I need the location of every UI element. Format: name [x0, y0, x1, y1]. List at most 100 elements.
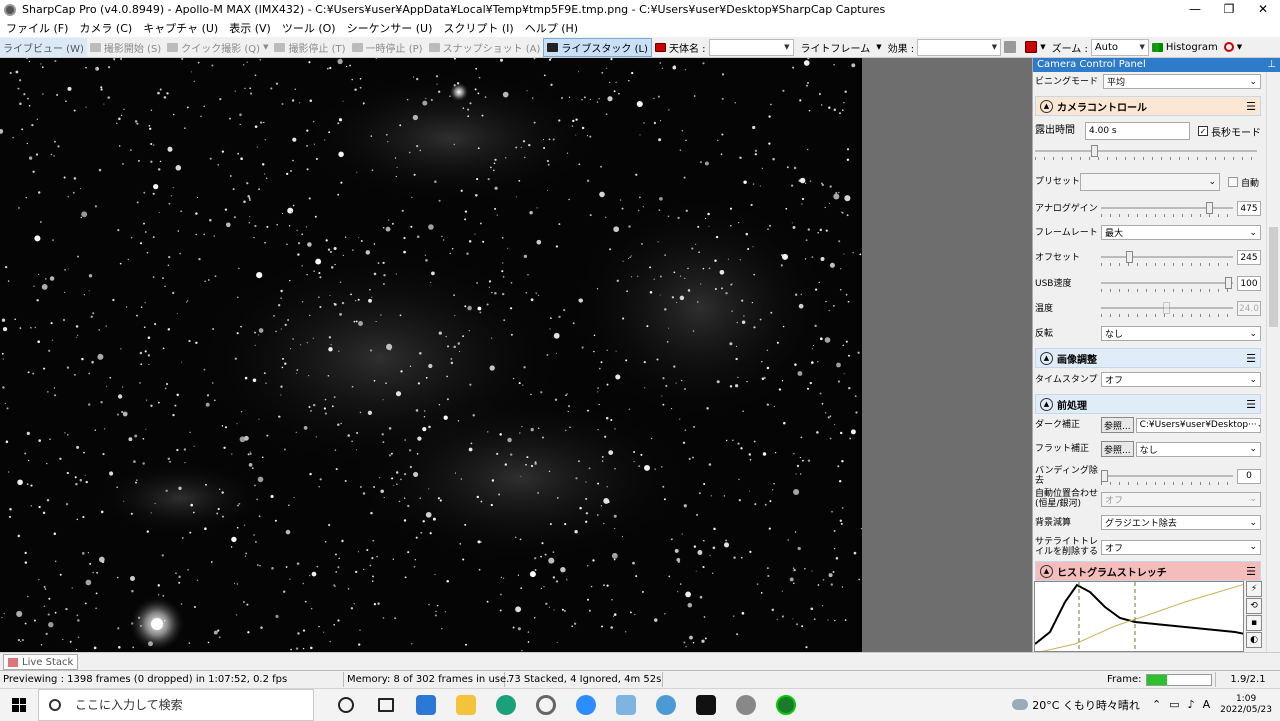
- reticle-button[interactable]: ▼: [1221, 38, 1245, 57]
- status-frame-rate: 1.9/2.1: [1230, 674, 1266, 685]
- auto-stretch-icon[interactable]: ⚡: [1246, 581, 1262, 597]
- dark-dropdown[interactable]: C:¥Users¥user¥Desktop···⌄: [1135, 417, 1261, 433]
- background-subtraction-dropdown[interactable]: グラジエント除去 ⌄: [1101, 515, 1261, 530]
- menu-view[interactable]: 表示 (V): [229, 20, 271, 36]
- histogram-stretch-graph[interactable]: [1034, 581, 1244, 652]
- histogram-stretch-section[interactable]: ▲ ヒストグラムストレッチ ☰: [1035, 561, 1261, 581]
- hamburger-menu-icon[interactable]: ☰: [1246, 352, 1256, 365]
- panel-scrollbar-thumb[interactable]: [1269, 227, 1278, 327]
- tray-chevron-icon[interactable]: ⌃: [1152, 698, 1161, 711]
- light-frame-dropdown[interactable]: ライトフレーム ▼: [798, 38, 885, 57]
- network-icon[interactable]: ▭: [1169, 698, 1179, 711]
- menu-file[interactable]: ファイル (F): [6, 20, 68, 36]
- flat-dropdown[interactable]: なし ⌄: [1135, 441, 1261, 457]
- sound-icon[interactable]: ♪: [1188, 698, 1195, 711]
- exposure-slider[interactable]: [1035, 144, 1257, 160]
- timestamp-dropdown[interactable]: オフ ⌄: [1101, 372, 1261, 387]
- ime-indicator[interactable]: A: [1203, 698, 1211, 711]
- satellite-dropdown[interactable]: オフ ⌄: [1101, 539, 1261, 555]
- start-button[interactable]: [0, 697, 38, 712]
- banding-slider-thumb[interactable]: [1101, 469, 1108, 482]
- pause-button[interactable]: 一時停止 (P): [349, 38, 426, 57]
- banding-slider[interactable]: [1101, 469, 1233, 485]
- menu-camera[interactable]: カメラ (C): [79, 20, 132, 36]
- histogram-button[interactable]: Histogram: [1149, 38, 1221, 57]
- framerate-dropdown[interactable]: 最大 ⌄: [1101, 225, 1261, 240]
- tab-live-stack[interactable]: Live Stack: [3, 654, 79, 670]
- hamburger-menu-icon[interactable]: ☰: [1246, 100, 1256, 113]
- minimize-icon[interactable]: —: [1178, 0, 1212, 19]
- exposure-slider-thumb[interactable]: [1091, 145, 1098, 157]
- image-controls-section[interactable]: ▲ 画像調整 ☰: [1035, 348, 1261, 368]
- flip-dropdown[interactable]: なし ⌄: [1101, 326, 1261, 341]
- collapse-icon[interactable]: ▲: [1040, 351, 1053, 365]
- taskbar-search-box[interactable]: ここに入力して検索: [38, 688, 314, 721]
- chevron-down-icon[interactable]: ▼: [263, 43, 268, 51]
- gain-slider[interactable]: [1101, 201, 1233, 217]
- hamburger-menu-icon[interactable]: ☰: [1246, 565, 1256, 578]
- camera-app-icon[interactable]: [726, 694, 766, 715]
- reset-stretch-icon[interactable]: ⟲: [1246, 598, 1262, 614]
- collapse-icon[interactable]: ▲: [1040, 564, 1053, 578]
- panel-scrollbar[interactable]: [1266, 72, 1279, 652]
- gain-slider-thumb[interactable]: [1206, 202, 1214, 214]
- live-view-button[interactable]: ライブビュー (W): [0, 37, 87, 57]
- cortana-icon[interactable]: [326, 696, 366, 713]
- banding-row: バンディング除去 0: [1035, 466, 1261, 486]
- hamburger-menu-icon[interactable]: ☰: [1246, 398, 1256, 411]
- target-name-combo[interactable]: ▼: [708, 38, 794, 56]
- sharpcap-taskbar-icon[interactable]: [686, 694, 726, 715]
- offset-slider-thumb[interactable]: [1125, 251, 1133, 263]
- preset-dropdown[interactable]: ⌄: [1080, 173, 1220, 191]
- flat-browse-button[interactable]: 参照...: [1101, 441, 1134, 457]
- quick-capture-button[interactable]: クイック撮影 (Q) ▼: [164, 38, 271, 57]
- menu-sequencer[interactable]: シーケンサー (U): [347, 20, 433, 36]
- close-icon[interactable]: ✕: [1246, 0, 1280, 19]
- menu-help[interactable]: ヘルプ (H): [525, 20, 578, 36]
- collapse-icon[interactable]: ▲: [1040, 397, 1053, 411]
- zoom-combo[interactable]: Auto ▼: [1090, 38, 1149, 56]
- start-capture-button[interactable]: 撮影開始 (S): [87, 38, 164, 57]
- usb-slider-thumb[interactable]: [1225, 277, 1232, 289]
- usb-value-box[interactable]: 100: [1237, 276, 1261, 291]
- exposure-input[interactable]: 4.00 s: [1085, 122, 1190, 140]
- dark-browse-button[interactable]: 参照...: [1101, 417, 1134, 433]
- preprocessing-section[interactable]: ▲ 前処理 ☰: [1035, 394, 1261, 414]
- effect-combo[interactable]: ▼: [917, 38, 1002, 56]
- taskbar-clock[interactable]: 1:09 2022/05/23: [1220, 694, 1272, 716]
- save-stretch-icon[interactable]: ▪: [1246, 615, 1262, 631]
- live-stack-button[interactable]: ライブスタック (L): [543, 37, 652, 57]
- chevron-down-icon: ⌄: [1249, 76, 1257, 87]
- gain-value-box[interactable]: 475: [1237, 201, 1261, 216]
- stellarium-icon[interactable]: [766, 694, 806, 715]
- stop-capture-button[interactable]: 撮影停止 (T): [271, 38, 348, 57]
- task-view-icon[interactable]: [366, 697, 406, 712]
- maximize-icon[interactable]: ❐: [1212, 0, 1246, 19]
- color-mode-button[interactable]: ▼: [1022, 38, 1048, 57]
- photos-app-icon[interactable]: [646, 694, 686, 715]
- pin-icon[interactable]: ⊥: [1267, 58, 1280, 72]
- long-mode-checkbox[interactable]: ✓: [1198, 126, 1208, 136]
- banding-value-box[interactable]: 0: [1237, 468, 1261, 484]
- edge-icon[interactable]: [486, 694, 526, 715]
- offset-value-box[interactable]: 245: [1237, 250, 1261, 265]
- zoom-app-icon[interactable]: [566, 694, 606, 715]
- auto-preset-checkbox[interactable]: [1228, 177, 1238, 187]
- camera-controls-section[interactable]: ▲ カメラコントロール ☰: [1035, 96, 1261, 116]
- file-explorer-icon[interactable]: [446, 694, 486, 715]
- notes-app-icon[interactable]: [606, 694, 646, 715]
- menu-tools[interactable]: ツール (O): [282, 20, 336, 36]
- image-viewport[interactable]: [0, 58, 1032, 652]
- collapse-icon[interactable]: ▲: [1040, 99, 1053, 113]
- snapshot-button[interactable]: スナップショット (A): [426, 38, 544, 57]
- color-picker-button[interactable]: [1001, 38, 1022, 57]
- menu-capture[interactable]: キャプチャ (U): [143, 20, 218, 36]
- apply-stretch-icon[interactable]: ◐: [1246, 632, 1262, 648]
- menu-scripting[interactable]: スクリプト (I): [443, 20, 513, 36]
- binning-dropdown[interactable]: 平均 ⌄: [1103, 74, 1261, 89]
- ring-app-icon[interactable]: [526, 694, 566, 715]
- usb-slider[interactable]: [1101, 276, 1233, 292]
- offset-slider[interactable]: [1101, 250, 1233, 266]
- mail-icon[interactable]: [406, 694, 446, 715]
- weather-text[interactable]: 20°C くもり時々晴れ: [1032, 697, 1140, 713]
